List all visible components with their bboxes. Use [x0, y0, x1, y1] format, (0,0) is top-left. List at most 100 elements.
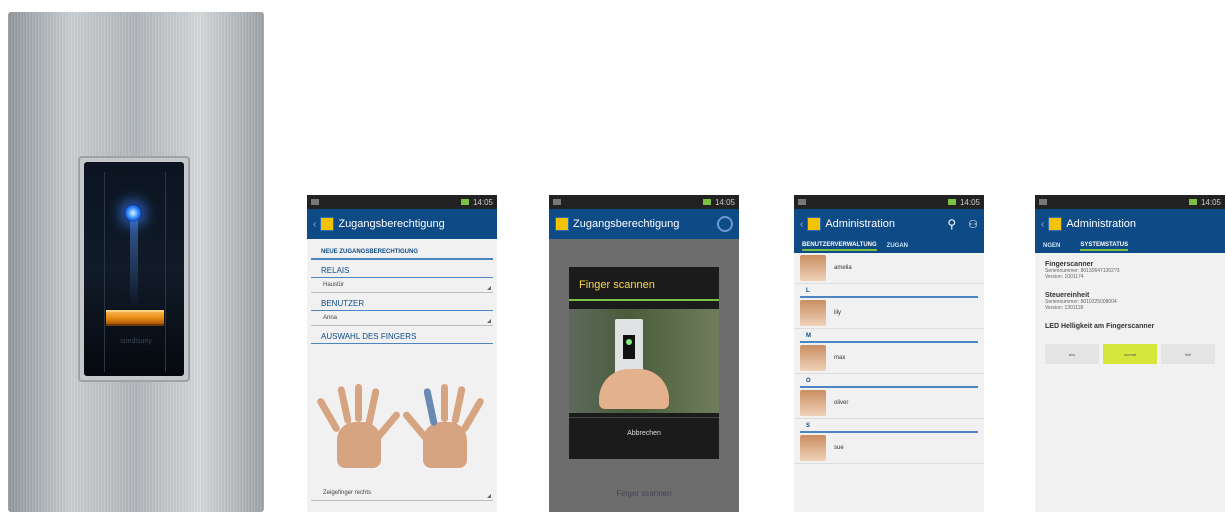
battery-icon: [1188, 199, 1197, 205]
notification-icon: [1039, 199, 1047, 205]
led-brightness-selector: aus normal hell: [1045, 344, 1215, 364]
search-icon[interactable]: ⚲: [947, 217, 956, 231]
fingerscanner-version: Version: 1001174: [1045, 274, 1084, 280]
battery-icon: [702, 199, 711, 205]
app-icon: [807, 217, 822, 231]
tab-access[interactable]: ZUGAN: [887, 243, 908, 249]
section-header: NEUE ZUGANGSBERECHTIGUNG: [311, 239, 493, 260]
scanner-frame: sundisuriy: [78, 156, 190, 382]
status-time: 14:05: [959, 197, 980, 207]
right-hand-icon[interactable]: [401, 378, 486, 468]
hand-illustration: [599, 369, 669, 409]
notification-icon: [553, 199, 561, 205]
dialog-title: Finger scannen: [569, 267, 719, 301]
app-icon: [1048, 217, 1063, 231]
app-bar: ‹ Administration: [1035, 209, 1225, 239]
led-brightness: LED Helligkeit am Fingerscanner: [1035, 315, 1225, 334]
led-option-normal[interactable]: normal: [1103, 344, 1157, 364]
add-user-icon[interactable]: ⚇: [968, 218, 978, 231]
scan-dialog: Finger scannen Abbrechen: [569, 267, 719, 459]
device-brand: sundisuriy: [120, 338, 152, 345]
scan-finger-button[interactable]: Finger scannen: [549, 489, 739, 498]
cancel-button[interactable]: Abbrechen: [569, 417, 719, 449]
scan-illustration: [569, 309, 719, 413]
tab-previous[interactable]: NGEN: [1043, 243, 1060, 249]
section-letter: S: [800, 419, 978, 433]
finger[interactable]: [441, 384, 448, 422]
avatar: [800, 345, 826, 371]
led-option-off[interactable]: aus: [1045, 344, 1099, 364]
contact-name: oliver: [834, 400, 849, 406]
avatar: [800, 255, 826, 281]
contact-name: sue: [834, 445, 844, 451]
section-letter: O: [800, 374, 978, 388]
avatar: [800, 435, 826, 461]
led-option-bright[interactable]: hell: [1161, 344, 1215, 364]
page-title: Zugangsberechtigung: [338, 218, 445, 230]
list-item[interactable]: oliver: [794, 388, 984, 419]
sensor-strip: [106, 310, 164, 326]
status-bar: 14:05: [794, 195, 984, 209]
fingerprint-scanner: sundisuriy: [84, 162, 184, 376]
finger[interactable]: [315, 396, 342, 434]
contact-name: amelia: [834, 265, 852, 271]
app-icon: [320, 217, 335, 231]
avatar: [800, 300, 826, 326]
progress-spinner-icon: [717, 216, 733, 232]
user-label: BENUTZER: [311, 293, 493, 311]
list-item[interactable]: amelia: [794, 253, 984, 284]
status-time: 14:05: [714, 197, 735, 207]
lens: [623, 335, 635, 359]
status-bar: 14:05: [1035, 195, 1225, 209]
page-title: Administration: [825, 218, 896, 230]
app-icon: [555, 217, 569, 231]
battery-icon: [947, 199, 956, 205]
finger[interactable]: [355, 384, 362, 422]
fingerscanner-title: Fingerscanner: [1045, 261, 1094, 268]
status-time: 14:05: [472, 197, 493, 207]
notification-icon: [311, 199, 319, 205]
light-beam: [130, 218, 138, 308]
hands-finger-picker[interactable]: [315, 350, 489, 468]
list-item[interactable]: sue: [794, 433, 984, 464]
blue-led-icon: [124, 204, 142, 222]
back-icon[interactable]: ‹: [313, 219, 316, 230]
tab-bar: NGEN SYSTEMSTATUS: [1035, 239, 1225, 253]
phone-scan-dialog: 14:05 Zugangsberechtigung Finger scannen…: [549, 195, 739, 512]
tab-system-status[interactable]: SYSTEMSTATUS: [1080, 242, 1129, 251]
list-item[interactable]: lily: [794, 298, 984, 329]
status-time: 14:05: [1200, 197, 1221, 207]
finger[interactable]: [337, 385, 352, 425]
status-bar: 14:05: [307, 195, 497, 209]
selected-finger[interactable]: [423, 387, 438, 427]
section-letter: L: [800, 284, 978, 298]
control-unit-info: Steuereinheit Seriennummer: 801022500800…: [1035, 284, 1225, 315]
app-bar: Zugangsberechtigung: [549, 209, 739, 239]
phone-user-list: 14:05 ‹ Administration ⚲ ⚇ BENUTZERVERWA…: [794, 195, 984, 512]
back-icon[interactable]: ‹: [1041, 219, 1044, 230]
app-bar: ‹ Administration ⚲ ⚇: [794, 209, 984, 239]
phone-system-status: 14:05 ‹ Administration NGEN SYSTEMSTATUS…: [1035, 195, 1225, 512]
finger-select[interactable]: Zeigefinger rechts: [311, 486, 493, 501]
finger[interactable]: [459, 396, 486, 434]
palm: [337, 422, 381, 468]
page-title: Zugangsberechtigung: [573, 218, 680, 230]
notification-icon: [798, 199, 806, 205]
section-letter: M: [800, 329, 978, 343]
left-hand-icon[interactable]: [315, 378, 402, 468]
page-title: Administration: [1066, 218, 1137, 230]
tab-user-management[interactable]: BENUTZERVERWALTUNG: [802, 242, 877, 251]
finger[interactable]: [451, 385, 466, 425]
fingerprint-device: sundisuriy: [8, 12, 264, 512]
status-bar: 14:05: [549, 195, 739, 209]
relais-select[interactable]: Haustür: [311, 278, 493, 293]
avatar: [800, 390, 826, 416]
user-select[interactable]: Anna: [311, 311, 493, 326]
finger[interactable]: [365, 387, 380, 427]
app-bar: ‹ Zugangsberechtigung: [307, 209, 497, 239]
fingerscanner-info: Fingerscanner Seriennummer: 801306471302…: [1035, 253, 1225, 284]
contact-name: max: [834, 355, 846, 361]
list-item[interactable]: max: [794, 343, 984, 374]
finger-label: AUSWAHL DES FINGERS: [311, 326, 493, 344]
back-icon[interactable]: ‹: [800, 219, 803, 230]
